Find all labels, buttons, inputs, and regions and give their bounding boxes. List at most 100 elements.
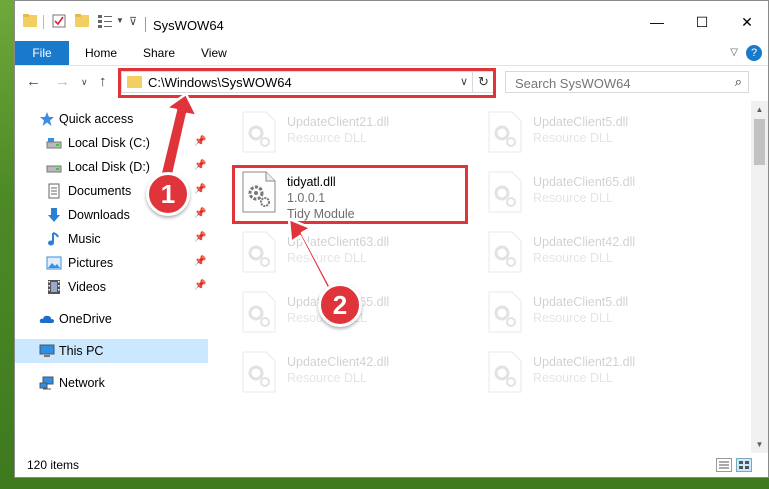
sidebar-item-label: Videos bbox=[68, 280, 106, 294]
sidebar-item-label: Quick access bbox=[59, 112, 134, 126]
file-name: UpdateClient63.dll bbox=[287, 235, 390, 249]
tab-file[interactable]: File bbox=[15, 41, 69, 65]
file-type: Resource DLL bbox=[533, 131, 613, 145]
minimize-button[interactable]: — bbox=[642, 9, 672, 35]
list-item[interactable]: UpdateClient5.dll Resource DLL bbox=[480, 105, 710, 163]
divider bbox=[145, 17, 146, 32]
sidebar-item-label: Pictures bbox=[68, 256, 114, 270]
dll-file-icon bbox=[242, 291, 276, 333]
sidebar-item-label: OneDrive bbox=[59, 312, 112, 326]
sidebar-item-local-disk-c[interactable]: Local Disk (C:) 📌 bbox=[15, 131, 208, 155]
dll-file-icon bbox=[488, 171, 522, 213]
window-title: SysWOW64 bbox=[153, 18, 224, 33]
sidebar-item-label: Downloads bbox=[68, 208, 130, 222]
file-name: UpdateClient5.dll bbox=[533, 115, 629, 129]
dll-file-icon bbox=[488, 351, 522, 393]
scroll-down-icon[interactable]: ▼ bbox=[751, 436, 768, 453]
download-icon bbox=[48, 208, 60, 222]
sidebar-item-label: Documents bbox=[68, 184, 132, 198]
pictures-icon bbox=[46, 256, 62, 270]
search-box[interactable]: ⌕ bbox=[505, 71, 749, 94]
file-type: Resource DLL bbox=[287, 251, 367, 265]
ribbon-tabs: File Home Share View ▽ ? bbox=[15, 41, 768, 66]
large-icons-view-icon[interactable] bbox=[736, 458, 752, 472]
sidebar-item-label: Music bbox=[68, 232, 101, 246]
sidebar-item-label: This PC bbox=[59, 344, 104, 358]
new-folder-icon[interactable] bbox=[75, 14, 89, 28]
pin-icon: 📌 bbox=[194, 232, 207, 243]
search-icon[interactable]: ⌕ bbox=[735, 74, 742, 90]
help-icon[interactable]: ? bbox=[746, 45, 762, 61]
network-icon bbox=[39, 376, 54, 390]
file-type: Resource DLL bbox=[533, 311, 613, 325]
sidebar-item-label: Local Disk (D:) bbox=[68, 160, 150, 174]
sidebar-item-label: Network bbox=[59, 376, 105, 390]
sidebar-item-this-pc[interactable]: This PC bbox=[15, 339, 208, 363]
pin-icon: 📌 bbox=[194, 280, 207, 291]
file-list: UpdateClient21.dll Resource DLL UpdateCl… bbox=[208, 101, 751, 453]
item-count: 120 items bbox=[27, 458, 80, 472]
close-button[interactable]: ✕ bbox=[732, 9, 762, 35]
file-type: Resource DLL bbox=[533, 371, 613, 385]
sidebar-item-videos[interactable]: Videos 📌 bbox=[15, 275, 208, 299]
file-name: UpdateClient5.dll bbox=[533, 295, 629, 309]
step-2-badge: 2 bbox=[318, 283, 362, 327]
computer-icon bbox=[39, 344, 55, 357]
folder-icon bbox=[23, 14, 37, 27]
step-1-badge: 1 bbox=[146, 172, 190, 216]
file-type: Resource DLL bbox=[287, 371, 367, 385]
forward-arrow-icon[interactable]: → bbox=[55, 73, 70, 90]
list-item[interactable]: UpdateClient42.dll Resource DLL bbox=[480, 225, 710, 283]
list-item[interactable]: UpdateClient5.dll Resource DLL bbox=[480, 285, 710, 343]
star-icon bbox=[40, 112, 54, 126]
pin-icon: 📌 bbox=[194, 184, 207, 195]
tab-home[interactable]: Home bbox=[85, 41, 117, 65]
search-input[interactable] bbox=[506, 72, 727, 94]
sidebar-item-music[interactable]: Music 📌 bbox=[15, 227, 208, 251]
file-name: UpdateClient21.dll bbox=[533, 355, 636, 369]
list-item[interactable]: UpdateClient21.dll Resource DLL bbox=[480, 345, 710, 403]
chevron-down-icon[interactable]: ▼ bbox=[116, 16, 124, 25]
tab-share[interactable]: Share bbox=[143, 41, 175, 65]
dll-file-icon bbox=[242, 351, 276, 393]
file-highlight bbox=[232, 165, 468, 224]
file-type: Resource DLL bbox=[533, 191, 613, 205]
sidebar-item-network[interactable]: Network bbox=[15, 371, 208, 395]
list-item[interactable]: UpdateClient21.dll Resource DLL bbox=[234, 105, 464, 163]
sidebar-item-pictures[interactable]: Pictures 📌 bbox=[15, 251, 208, 275]
dll-file-icon bbox=[242, 111, 276, 153]
address-bar-highlight bbox=[118, 68, 496, 98]
list-item[interactable]: UpdateClient42.dll Resource DLL bbox=[234, 345, 464, 403]
recent-locations-icon[interactable]: ∨ bbox=[81, 77, 88, 88]
list-item[interactable]: UpdateClient65.dll Resource DLL bbox=[480, 165, 710, 223]
file-name: UpdateClient42.dll bbox=[287, 355, 390, 369]
documents-icon bbox=[48, 183, 60, 199]
dll-file-icon bbox=[488, 231, 522, 273]
dll-file-icon bbox=[488, 111, 522, 153]
file-name: UpdateClient21.dll bbox=[287, 115, 390, 129]
back-arrow-icon[interactable]: ← bbox=[26, 73, 41, 90]
file-type: Resource DLL bbox=[533, 251, 613, 265]
up-arrow-icon[interactable]: ↑ bbox=[99, 73, 107, 90]
dll-file-icon bbox=[242, 231, 276, 273]
sidebar-item-onedrive[interactable]: OneDrive bbox=[15, 307, 208, 331]
qat-dropdown-icon[interactable]: ⊽ bbox=[129, 15, 137, 28]
customize-icon[interactable] bbox=[98, 14, 112, 28]
properties-icon[interactable] bbox=[52, 14, 66, 28]
status-bar: 120 items bbox=[15, 453, 768, 477]
scroll-thumb[interactable] bbox=[754, 119, 765, 165]
music-icon bbox=[48, 232, 59, 246]
details-view-icon[interactable] bbox=[716, 458, 732, 472]
sidebar-item-quick-access[interactable]: Quick access bbox=[15, 107, 208, 131]
list-item[interactable]: UpdateClient63.dll Resource DLL bbox=[234, 225, 464, 283]
pin-icon: 📌 bbox=[194, 136, 207, 147]
vertical-scrollbar[interactable]: ▲ ▼ bbox=[751, 101, 768, 453]
tab-view[interactable]: View bbox=[201, 41, 227, 65]
drive-icon bbox=[46, 138, 62, 149]
pin-icon: 📌 bbox=[194, 208, 207, 219]
maximize-button[interactable]: ☐ bbox=[687, 9, 717, 35]
chevron-down-icon[interactable]: ▽ bbox=[730, 47, 738, 58]
file-name: UpdateClient65.dll bbox=[533, 175, 636, 189]
scroll-up-icon[interactable]: ▲ bbox=[751, 101, 768, 118]
pin-icon: 📌 bbox=[194, 256, 207, 267]
